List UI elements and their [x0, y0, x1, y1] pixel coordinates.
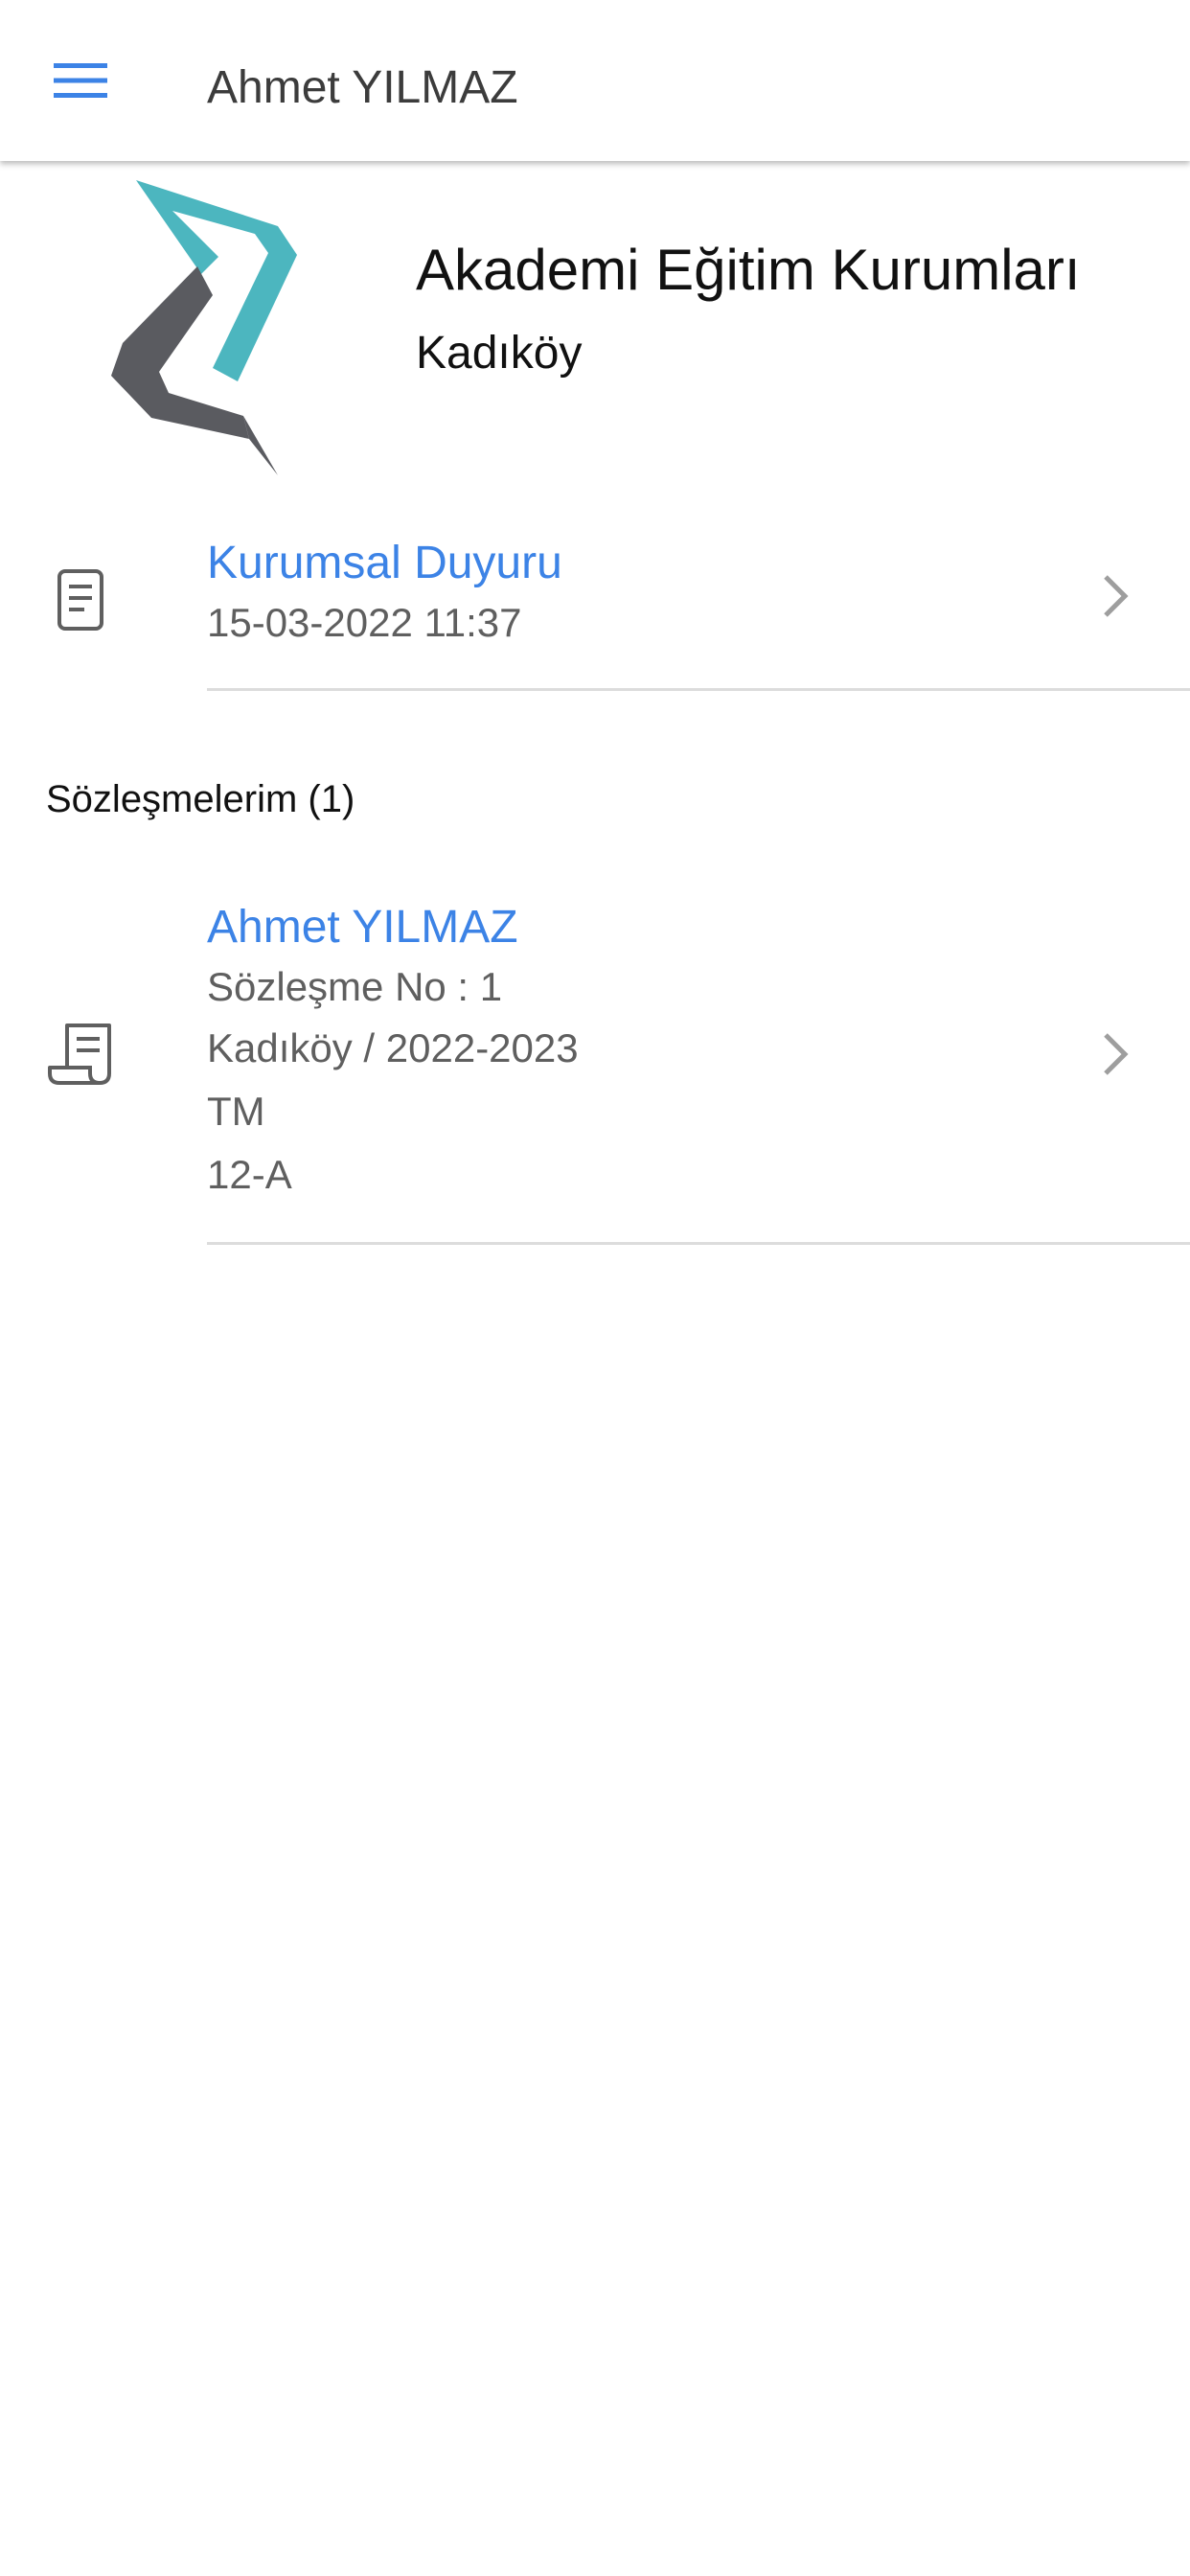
- app-bar: Ahmet YILMAZ: [0, 0, 1190, 161]
- announcement-title: Kurumsal Duyuru: [207, 538, 562, 588]
- contract-branch-year: Kadıköy / 2022-2023: [207, 1025, 579, 1070]
- school-header: Akademi Eğitim Kurumları Kadıköy: [0, 161, 1190, 487]
- document-icon: [57, 569, 103, 631]
- hamburger-menu-icon[interactable]: [50, 59, 111, 102]
- contracts-section-header: Sözleşmelerim (1): [46, 778, 355, 820]
- contract-class: 12-A: [207, 1152, 292, 1197]
- divider: [207, 1242, 1190, 1245]
- contract-list-item[interactable]: Ahmet YILMAZ Sözleşme No : 1 Kadıköy / 2…: [0, 880, 1190, 1246]
- school-logo: [111, 180, 297, 475]
- announcement-date: 15-03-2022 11:37: [207, 600, 522, 645]
- chevron-right-icon: [1104, 575, 1129, 617]
- chevron-right-icon: [1104, 1033, 1129, 1075]
- page-title: Ahmet YILMAZ: [207, 62, 518, 113]
- divider: [207, 688, 1190, 691]
- school-branch: Kadıköy: [416, 328, 583, 379]
- receipt-scroll-icon: [48, 1024, 111, 1085]
- contract-student-name: Ahmet YILMAZ: [207, 902, 518, 953]
- contract-number: Sözleşme No : 1: [207, 964, 503, 1009]
- contract-program: TM: [207, 1089, 265, 1134]
- announcement-list-item[interactable]: Kurumsal Duyuru 15-03-2022 11:37: [0, 518, 1190, 691]
- school-name: Akademi Eğitim Kurumları: [416, 238, 1081, 302]
